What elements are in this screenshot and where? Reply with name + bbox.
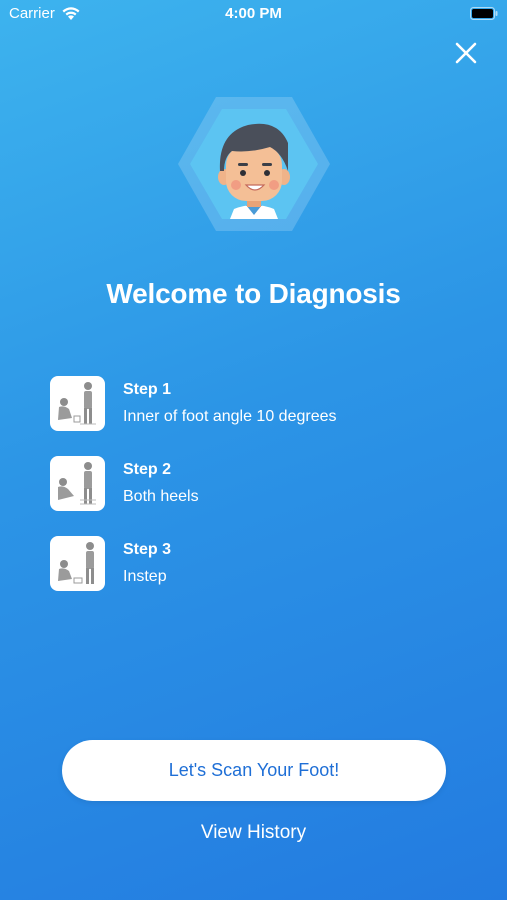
step-description: Inner of foot angle 10 degrees: [123, 408, 337, 425]
page-title: Welcome to Diagnosis: [106, 278, 401, 309]
step-description: Both heels: [123, 488, 199, 505]
step-title: Step 1: [123, 381, 172, 398]
status-bar: Carrier 4:00 PM: [0, 0, 507, 28]
step-illustration-icon: [50, 456, 105, 511]
diagnosis-welcome-screen: Carrier 4:00 PM Welcome to Diagnosis Ste…: [0, 0, 507, 900]
step-illustration-icon: [50, 536, 105, 591]
step-item: Step 1 Inner of foot angle 10 degrees: [50, 376, 470, 456]
step-title: Step 3: [123, 541, 172, 558]
step-item: Step 2 Both heels: [50, 456, 470, 536]
doctor-avatar-icon: [178, 97, 330, 231]
status-time: 4:00 PM: [225, 5, 282, 22]
step-illustration-icon: [50, 376, 105, 431]
step-title: Step 2: [123, 461, 172, 478]
scan-foot-button[interactable]: Let's Scan Your Foot!: [62, 740, 446, 801]
step-description: Instep: [123, 568, 167, 585]
step-list: Step 1 Inner of foot angle 10 degrees St…: [50, 376, 470, 616]
close-icon[interactable]: [453, 40, 479, 66]
view-history-link[interactable]: View History: [0, 822, 507, 844]
step-item: Step 3 Instep: [50, 536, 470, 616]
battery-icon: [470, 7, 498, 20]
